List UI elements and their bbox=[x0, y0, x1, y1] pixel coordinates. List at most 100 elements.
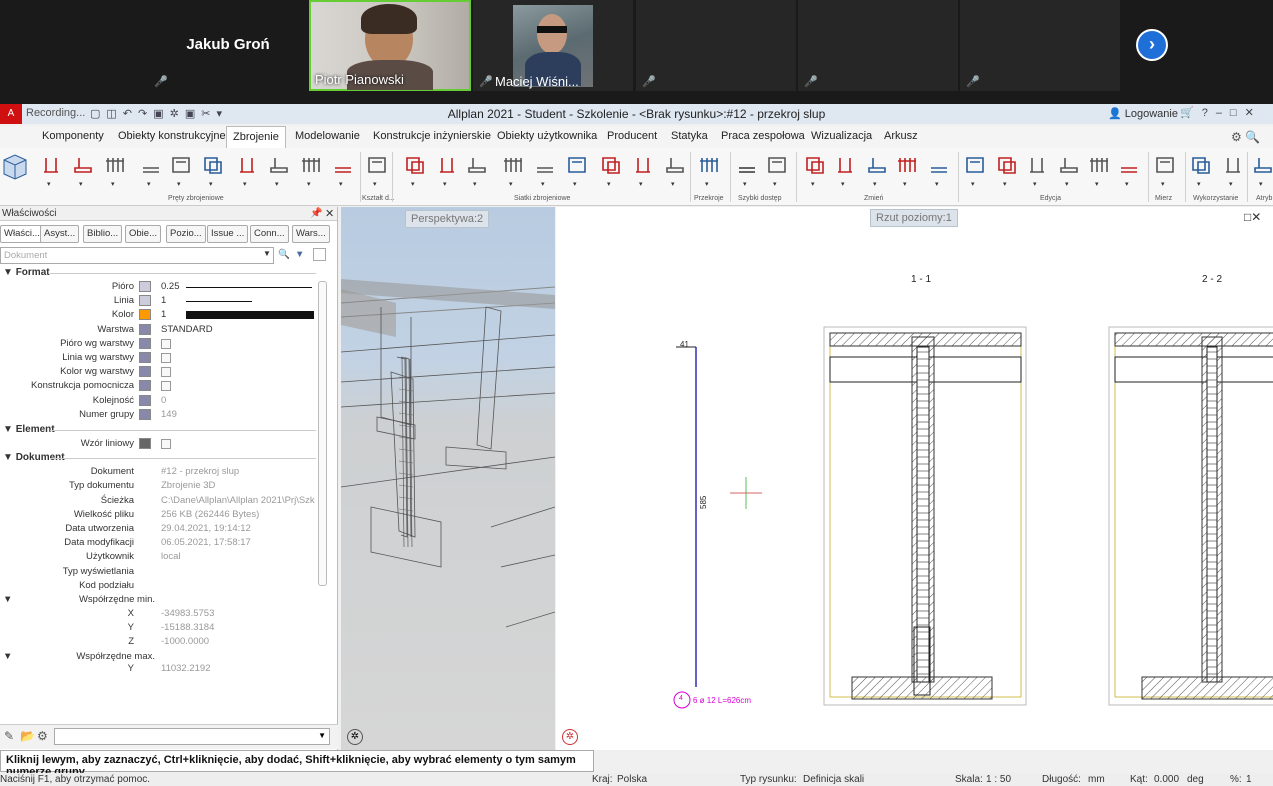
chevron-down-icon[interactable]: ▾ bbox=[573, 180, 577, 188]
toolbar-tool-icon[interactable] bbox=[1190, 154, 1212, 176]
chevron-down-icon[interactable]: ▾ bbox=[509, 180, 513, 188]
menu-tab[interactable]: Konstrukcje inżynierskie bbox=[373, 130, 491, 142]
toolbar-tool-icon[interactable] bbox=[1026, 154, 1048, 176]
palette-tab[interactable]: Obie... bbox=[125, 225, 161, 243]
toolbar-tool-icon[interactable] bbox=[268, 154, 290, 176]
status-length[interactable]: mm bbox=[1088, 774, 1105, 785]
property-value[interactable]: -1000.0000 bbox=[161, 636, 209, 647]
property-value[interactable]: STANDARD bbox=[161, 324, 213, 335]
toolbar-tool-icon[interactable] bbox=[404, 154, 426, 176]
toolbar-tool-icon[interactable] bbox=[834, 154, 856, 176]
status-percent[interactable]: 1 bbox=[1246, 774, 1252, 785]
property-row[interactable]: Konstrukcja pomocnicza bbox=[0, 380, 320, 393]
view-cube-icon[interactable] bbox=[2, 152, 28, 182]
property-value[interactable]: Zbrojenie 3D bbox=[161, 480, 215, 491]
menu-tab[interactable]: Statyka bbox=[671, 130, 708, 142]
property-row[interactable]: Typ dokumentu Zbrojenie 3D bbox=[0, 480, 320, 493]
navigation-icon[interactable]: ✲ bbox=[347, 729, 363, 745]
menu-tab[interactable]: Wizualizacja bbox=[811, 130, 872, 142]
toolbar-tool-icon[interactable] bbox=[866, 154, 888, 176]
chevron-down-icon[interactable]: ▾ bbox=[607, 180, 611, 188]
toolbar-tool-icon[interactable] bbox=[170, 154, 192, 176]
chevron-down-icon[interactable]: ▾ bbox=[639, 180, 643, 188]
chevron-down-icon[interactable]: ▾ bbox=[339, 180, 343, 188]
participant-tile[interactable]: 🎤 Maciej Wiśni... bbox=[473, 0, 633, 91]
chevron-down-icon[interactable]: ▾ bbox=[411, 180, 415, 188]
toolbar-tool-icon[interactable] bbox=[436, 154, 458, 176]
chevron-down-icon[interactable]: ▾ bbox=[1259, 180, 1263, 188]
search-icon[interactable]: 🔍 bbox=[278, 249, 290, 260]
chevron-down-icon[interactable]: ▾ bbox=[671, 180, 675, 188]
chevron-down-icon[interactable]: ▾ bbox=[177, 180, 181, 188]
toolbar-tool-icon[interactable] bbox=[366, 154, 388, 176]
chevron-down-icon[interactable]: ▾ bbox=[1095, 180, 1099, 188]
chevron-down-icon[interactable]: ▾ bbox=[773, 180, 777, 188]
toolbar-tool-icon[interactable] bbox=[804, 154, 826, 176]
chevron-down-icon[interactable]: ▾ bbox=[541, 180, 545, 188]
property-row[interactable]: Y -15188.3184 bbox=[0, 622, 320, 635]
toolbar-tool-icon[interactable] bbox=[1252, 154, 1273, 176]
participant-tile[interactable]: 🎤 bbox=[960, 0, 1120, 91]
property-row[interactable]: Kolor 1 bbox=[0, 309, 320, 322]
chevron-down-icon[interactable]: ▾ bbox=[209, 180, 213, 188]
toolbar-tool-icon[interactable] bbox=[698, 154, 720, 176]
pencil-icon[interactable]: ✎ bbox=[4, 729, 14, 743]
property-value[interactable]: 29.04.2021, 19:14:12 bbox=[161, 523, 251, 534]
toolbar-tool-icon[interactable] bbox=[72, 154, 94, 176]
participant-tile-active[interactable]: Piotr Pianowski bbox=[309, 0, 471, 91]
object-dropdown[interactable]: Dokument ▼ bbox=[0, 247, 274, 264]
menu-tab[interactable]: Praca zespołowa bbox=[721, 130, 805, 142]
toolbar-tool-icon[interactable] bbox=[104, 154, 126, 176]
toolbar-tool-icon[interactable] bbox=[600, 154, 622, 176]
collapse-chevron-icon[interactable]: ▼ bbox=[3, 452, 13, 463]
property-value[interactable]: C:\Dane\Allplan\Allplan 2021\Prj\Szk bbox=[161, 495, 315, 506]
participant-tile[interactable]: 🎤 bbox=[636, 0, 796, 91]
filter-icon[interactable]: ▼ bbox=[295, 249, 304, 260]
chevron-down-icon[interactable]: ▾ bbox=[473, 180, 477, 188]
settings-icon[interactable]: ⚙ bbox=[37, 729, 48, 743]
collapse-chevron-icon[interactable]: ▼ bbox=[3, 651, 12, 662]
property-row[interactable]: Pióro wg warstwy bbox=[0, 337, 320, 351]
toolbar-tool-icon[interactable] bbox=[896, 154, 918, 176]
checkbox[interactable] bbox=[161, 367, 171, 378]
toolbar-tool-icon[interactable] bbox=[566, 154, 588, 176]
checkbox[interactable] bbox=[161, 338, 171, 349]
toolbar-tool-icon[interactable] bbox=[140, 154, 162, 176]
chevron-down-icon[interactable]: ▾ bbox=[307, 180, 311, 188]
chevron-down-icon[interactable]: ▾ bbox=[1033, 180, 1037, 188]
toolbar-tool-icon[interactable] bbox=[502, 154, 524, 176]
toolbar-tool-icon[interactable] bbox=[1222, 154, 1244, 176]
chevron-down-icon[interactable]: ▾ bbox=[971, 180, 975, 188]
window-controls[interactable]: 🛒?–□✕ bbox=[1180, 106, 1262, 119]
toolbar-tool-icon[interactable] bbox=[664, 154, 686, 176]
palette-tab[interactable]: Właści... bbox=[0, 225, 44, 243]
close-icon[interactable]: ✕ bbox=[325, 207, 334, 220]
property-value[interactable]: local bbox=[161, 551, 181, 562]
palette-tab[interactable]: Conn... bbox=[250, 225, 289, 243]
chevron-down-icon[interactable]: ▾ bbox=[443, 180, 447, 188]
property-value[interactable]: #12 - przekroj slup bbox=[161, 466, 239, 477]
status-country[interactable]: Polska bbox=[617, 774, 647, 785]
navigation-icon[interactable]: ✲ bbox=[562, 729, 578, 745]
property-row[interactable]: Warstwa STANDARD bbox=[0, 323, 320, 337]
chevron-down-icon[interactable]: ▾ bbox=[275, 180, 279, 188]
property-section[interactable]: ▼ Element bbox=[3, 424, 55, 435]
chevron-down-icon[interactable]: ▾ bbox=[1125, 180, 1129, 188]
menu-tab[interactable]: Producent bbox=[607, 130, 657, 142]
toolbar-tool-icon[interactable] bbox=[1088, 154, 1110, 176]
property-row[interactable]: Użytkownik local bbox=[0, 551, 320, 564]
chevron-down-icon[interactable]: ▾ bbox=[1161, 180, 1165, 188]
checkbox[interactable] bbox=[161, 439, 171, 449]
participant-tile[interactable]: Jakub Groń 🎤 bbox=[148, 0, 308, 91]
chevron-down-icon[interactable]: ▾ bbox=[373, 180, 377, 188]
menu-tab[interactable]: Arkusz bbox=[884, 130, 918, 142]
checkbox[interactable] bbox=[161, 381, 171, 392]
chevron-down-icon[interactable]: ▾ bbox=[1003, 180, 1007, 188]
property-section[interactable]: ▼ Format bbox=[3, 267, 50, 278]
toolbar-tool-icon[interactable] bbox=[300, 154, 322, 176]
status-drawing-type[interactable]: Definicja skali bbox=[803, 774, 864, 785]
property-row[interactable]: Z -1000.0000 bbox=[0, 636, 320, 649]
chevron-down-icon[interactable]: ▾ bbox=[147, 180, 151, 188]
toolbar-tool-icon[interactable] bbox=[928, 154, 950, 176]
property-value[interactable]: 256 KB (262446 Bytes) bbox=[161, 509, 259, 520]
